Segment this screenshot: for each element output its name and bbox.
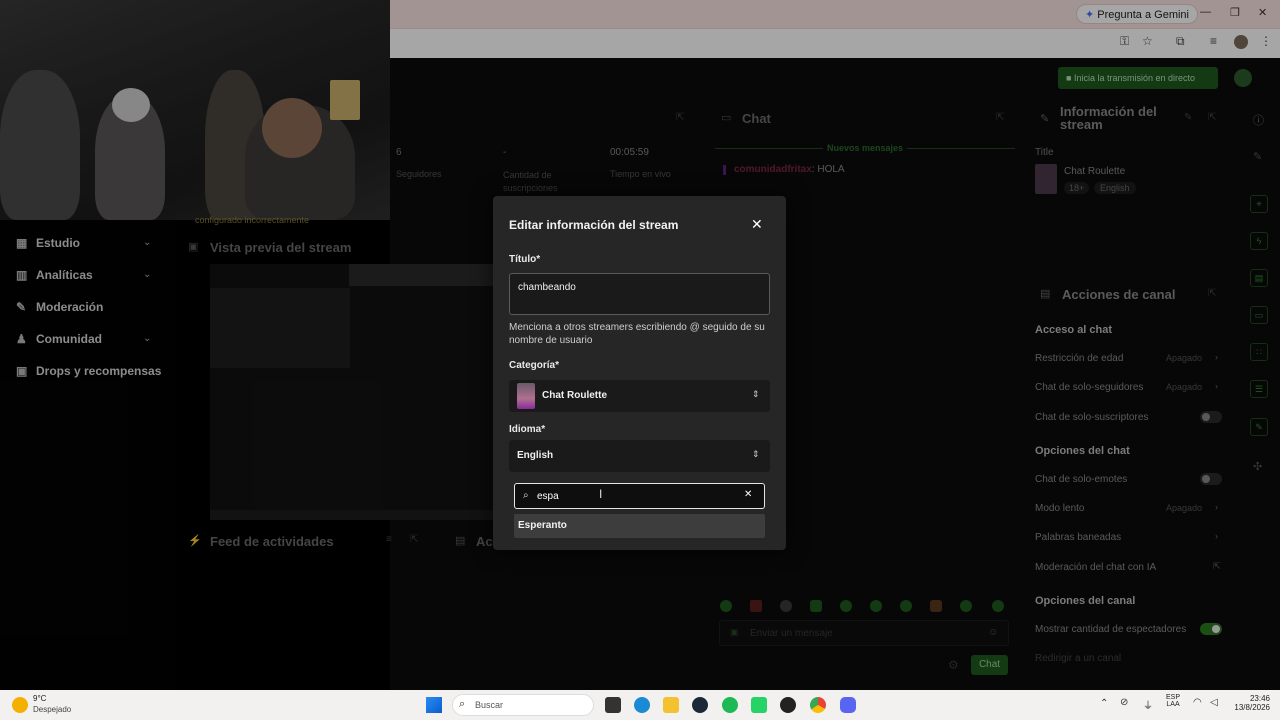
language-indicator[interactable]: ESP LAA [1166, 694, 1180, 708]
language-search-input[interactable]: ⌕ espa I ✕ [514, 483, 765, 509]
clock-date: 13/8/2026 [1234, 703, 1270, 712]
discord-icon[interactable] [840, 697, 856, 713]
search-icon: ⌕ [523, 490, 529, 501]
category-value: Chat Roulette [542, 390, 607, 401]
clear-icon[interactable]: ✕ [744, 489, 752, 500]
weather-text: Despejado [33, 705, 72, 714]
spotify-icon[interactable] [722, 697, 738, 713]
volume-icon[interactable]: ◁ [1210, 697, 1218, 708]
lang-code: ESP [1166, 694, 1181, 701]
temperature: 9°C [33, 694, 47, 703]
taskbar-search[interactable]: ⌕ Buscar [452, 694, 594, 716]
option-label: Esperanto [518, 520, 567, 531]
category-select[interactable]: Chat Roulette ⇕ [509, 380, 770, 412]
modal-title: Editar información del stream [509, 218, 679, 232]
mention-hint: Menciona a otros streamers escribiendo @… [509, 322, 765, 346]
task-view-icon[interactable] [605, 697, 621, 713]
edge-icon[interactable] [634, 697, 650, 713]
chevron-up-icon[interactable]: ⌃ [1100, 698, 1108, 709]
close-icon[interactable]: ✕ [751, 216, 763, 233]
text-cursor: I [599, 487, 603, 501]
edit-stream-modal: Editar información del stream ✕ Título* … [493, 196, 786, 550]
windows-start-icon[interactable] [426, 697, 442, 713]
category-thumbnail [517, 383, 535, 409]
wifi-icon[interactable]: ◠ [1193, 697, 1202, 708]
category-field-label: Categoría* [509, 360, 560, 371]
sort-arrows-icon: ⇕ [752, 389, 760, 399]
mic-icon[interactable]: ⏚ [1143, 697, 1153, 712]
weather-icon[interactable] [12, 697, 28, 713]
chrome-icon[interactable] [810, 697, 826, 713]
clock-time: 23:46 [1249, 694, 1270, 703]
taskbar-search-placeholder: Buscar [475, 700, 504, 710]
sort-arrows-icon: ⇕ [752, 449, 760, 459]
title-field-label: Título* [509, 254, 541, 265]
search-icon: ⌕ [459, 698, 466, 710]
whatsapp-icon[interactable] [751, 697, 767, 713]
title-input-value: chambeando [518, 282, 576, 293]
file-explorer-icon[interactable] [663, 697, 679, 713]
search-value: espa [537, 491, 559, 502]
language-select[interactable]: English ⇕ [509, 440, 770, 472]
language-value: English [517, 450, 554, 461]
steam-icon[interactable] [692, 697, 708, 713]
lang-layout: LAA [1166, 701, 1180, 708]
clock[interactable]: 23:46 13/8/2026 [1226, 694, 1270, 712]
network-icon[interactable]: ⊘ [1120, 697, 1128, 708]
obs-icon[interactable] [780, 697, 796, 713]
language-option[interactable]: Esperanto [514, 514, 765, 538]
language-field-label: Idioma* [509, 424, 546, 435]
title-input[interactable]: chambeando [509, 273, 770, 315]
